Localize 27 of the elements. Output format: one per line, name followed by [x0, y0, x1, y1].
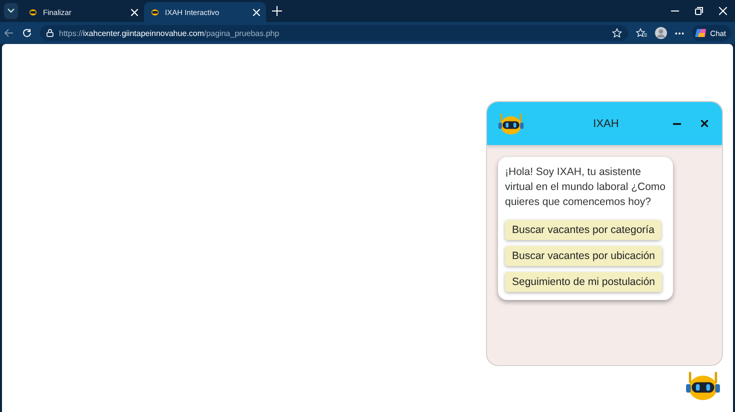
new-tab-icon[interactable]: [272, 6, 282, 16]
lock-icon: [46, 29, 54, 37]
reload-icon[interactable]: [22, 28, 32, 38]
url-text: https://ixahcenter.giintapeinnovahue.com/pagina_pruebas.php: [59, 28, 280, 38]
close-icon[interactable]: [701, 120, 708, 127]
bot-message: ¡Hola! Soy IXAH, tu asistente virtual en el mundo laboral ¿Como quieres que comencemos hoy?: [505, 165, 666, 210]
option-button[interactable]: Seguimiento de mi postulación: [505, 272, 662, 292]
chevron-icon: [7, 8, 15, 14]
minimize-icon[interactable]: [673, 122, 681, 124]
profile-avatar-icon[interactable]: [655, 27, 668, 39]
close-tab-icon[interactable]: [131, 8, 138, 16]
tab-list-button[interactable]: [4, 3, 18, 19]
robot-favicon-icon: [150, 8, 160, 16]
star-icon[interactable]: [612, 28, 622, 38]
favorites-icon[interactable]: [636, 28, 648, 38]
close-tab-icon[interactable]: [253, 8, 260, 16]
option-button[interactable]: Buscar vacantes por ubicación: [505, 246, 662, 266]
copilot-icon: [695, 27, 708, 39]
robot-icon: [497, 112, 525, 136]
robot-launcher-icon[interactable]: [684, 370, 722, 402]
chat-title: IXAH: [592, 118, 620, 130]
address-bar[interactable]: https://ixahcenter.giintapeinnovahue.com/pagina_pruebas.php: [40, 25, 628, 41]
restore-icon[interactable]: [695, 7, 703, 15]
option-button[interactable]: Buscar vacantes por categoría: [505, 220, 662, 240]
more-icon[interactable]: [675, 32, 684, 34]
back-icon[interactable]: [4, 28, 14, 38]
robot-favicon-icon: [28, 8, 38, 16]
